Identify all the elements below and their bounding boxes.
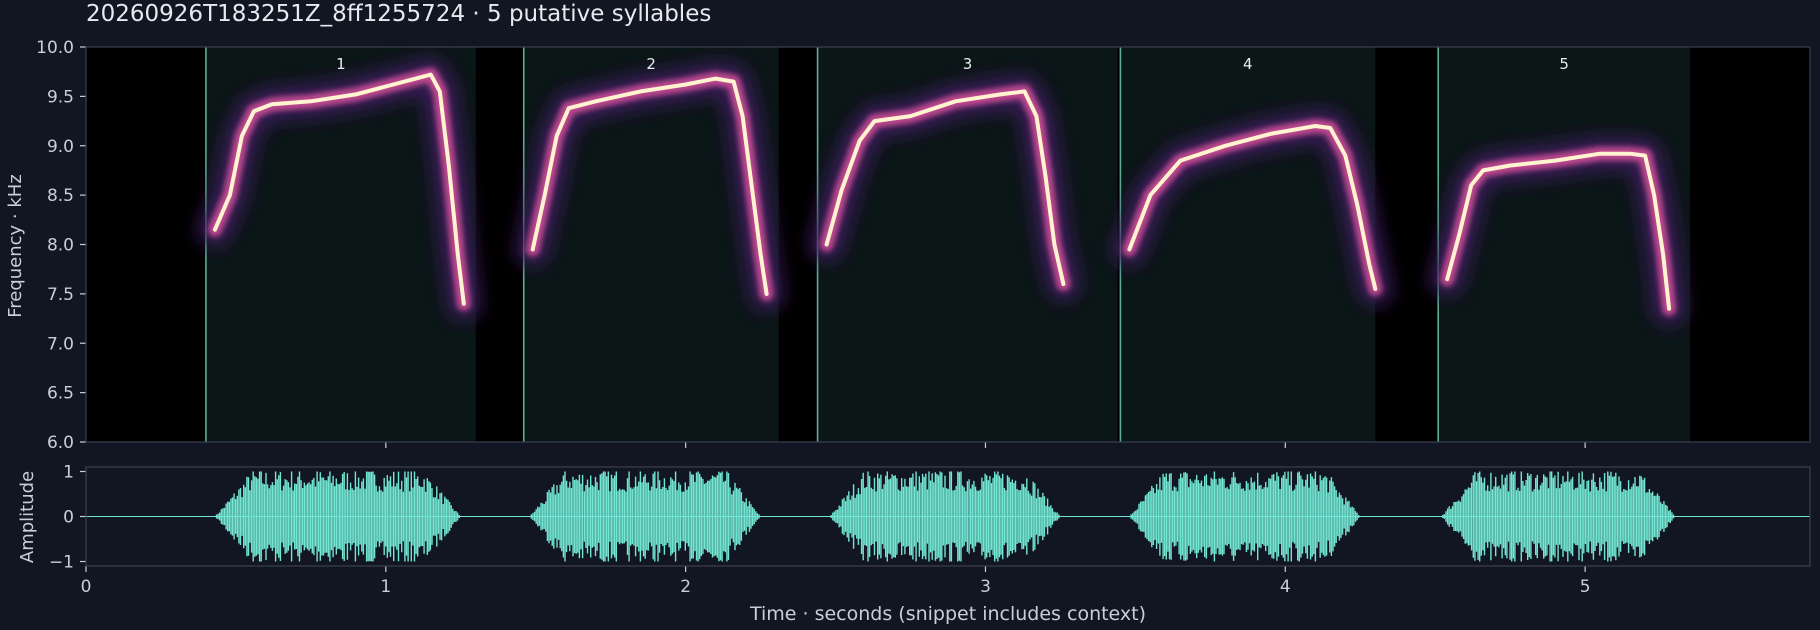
x-tick-label: 4	[1280, 577, 1291, 597]
syllable-segment-4: 4	[1112, 47, 1393, 442]
waveform-y-axis-label: Amplitude	[17, 471, 38, 563]
waveform-trace	[215, 471, 460, 562]
y-tick-label: 8.0	[47, 236, 74, 256]
syllable-segment-3: 3	[809, 47, 1118, 442]
figure: 1 2 3 4 5 6.0 6.5 7.0 7.5 8.0 8.5 9.0 9.5 10.0 Frequ…	[5, 38, 1811, 625]
y-tick-label: 0	[63, 508, 74, 528]
y-tick-label: 8.5	[47, 186, 74, 206]
waveform-burst-2	[530, 471, 760, 562]
x-tick-label: 1	[380, 577, 391, 597]
waveform-burst-1	[215, 471, 460, 562]
syllable-segment-5: 5	[1430, 47, 1691, 442]
syllable-label: 1	[336, 55, 346, 73]
waveform-trace	[1442, 471, 1675, 562]
spectrogram-panel: 1 2 3 4 5 6.0 6.5 7.0 7.5 8.0 8.5 9.0 9.5 10.0 Frequ…	[5, 38, 1811, 453]
y-tick-label: 6.5	[47, 384, 74, 404]
waveform-trace	[530, 471, 760, 562]
y-tick-label: 7.0	[47, 334, 74, 354]
x-axis-label: Time · seconds (snippet includes context…	[749, 603, 1146, 625]
waveform-panel: 1 0 −1 0 1 2 3 4 5 Amplitude Time · seconds (sni…	[17, 463, 1811, 625]
spectrogram-y-axis-label: Frequency · kHz	[5, 174, 26, 318]
waveform-burst-5	[1442, 471, 1675, 562]
y-tick-label: 9.5	[47, 87, 74, 107]
y-tick-label: 1	[63, 463, 74, 483]
y-tick-label: 6.0	[47, 433, 74, 453]
y-tick-label: −1	[49, 553, 74, 573]
syllable-region	[1120, 47, 1376, 442]
x-tick-label: 5	[1580, 577, 1591, 597]
syllable-label: 5	[1559, 55, 1569, 73]
y-tick-label: 9.0	[47, 137, 74, 157]
x-tick-label: 0	[81, 577, 92, 597]
chart-title: 20260926T183251Z_8ff1255724 · 5 putative…	[86, 1, 712, 27]
syllable-label: 3	[963, 55, 973, 73]
syllable-segment-1: 1	[197, 47, 481, 442]
x-tick-label: 2	[680, 577, 691, 597]
y-tick-label: 10.0	[36, 38, 74, 58]
syllable-label: 2	[646, 55, 656, 73]
x-tick-label: 3	[980, 577, 991, 597]
syllable-label: 4	[1243, 55, 1253, 73]
y-tick-label: 7.5	[47, 285, 74, 305]
syllable-segment-2: 2	[515, 47, 784, 442]
